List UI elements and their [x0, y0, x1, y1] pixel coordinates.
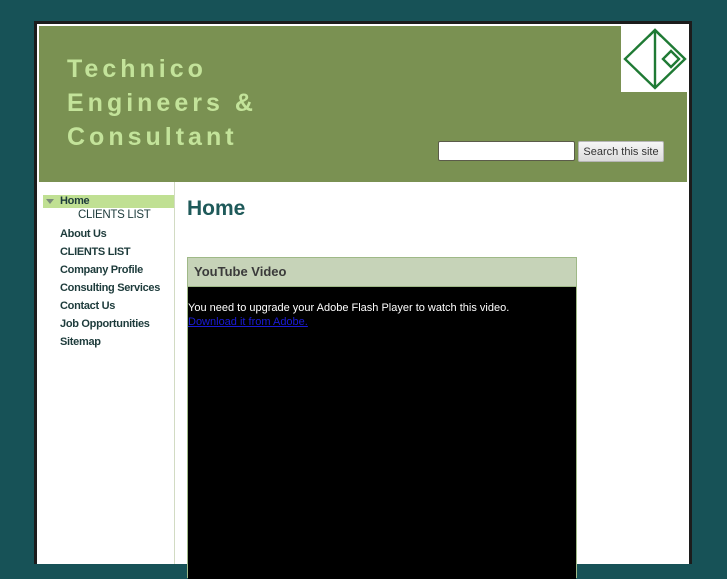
- flash-upgrade-message: You need to upgrade your Adobe Flash Pla…: [188, 302, 510, 314]
- site-title-line-2[interactable]: Engineers &: [67, 86, 257, 120]
- logo[interactable]: [621, 26, 689, 92]
- page-title: Home: [187, 197, 246, 220]
- search-input[interactable]: [438, 141, 575, 161]
- page-container: Technico Engineers & Consultant Search t…: [34, 21, 692, 579]
- site-title-line-1[interactable]: Technico: [67, 52, 257, 86]
- site-title[interactable]: Technico Engineers & Consultant: [67, 52, 257, 154]
- sidebar-item-clients-list[interactable]: CLIENTS LIST: [43, 243, 174, 261]
- sidebar-subitem-clients-list[interactable]: CLIENTS LIST: [43, 208, 174, 223]
- sidebar-nav: Home CLIENTS LIST About Us CLIENTS LIST …: [43, 195, 174, 351]
- triangle-down-icon[interactable]: [46, 199, 54, 204]
- diamond-arrow-logo-icon: [623, 28, 687, 90]
- sidebar-item-label: Home: [60, 195, 90, 207]
- sidebar-item-job-opportunities[interactable]: Job Opportunities: [43, 315, 174, 333]
- sidebar-item-home[interactable]: Home: [43, 195, 174, 208]
- sidebar-item-about-us[interactable]: About Us: [43, 225, 174, 243]
- search-button[interactable]: Search this site: [578, 141, 664, 162]
- youtube-video-widget: YouTube Video You need to upgrade your A…: [187, 257, 577, 579]
- video-widget-title: YouTube Video: [188, 258, 576, 287]
- download-flash-link[interactable]: Download it from Adobe.: [188, 316, 308, 328]
- sidebar-item-consulting-services[interactable]: Consulting Services: [43, 279, 174, 297]
- site-header: Technico Engineers & Consultant Search t…: [39, 26, 689, 182]
- site-title-line-3[interactable]: Consultant: [67, 120, 257, 154]
- video-player[interactable]: You need to upgrade your Adobe Flash Pla…: [188, 287, 576, 579]
- sidebar-item-company-profile[interactable]: Company Profile: [43, 261, 174, 279]
- sidebar-item-contact-us[interactable]: Contact Us: [43, 297, 174, 315]
- sidebar-item-sitemap[interactable]: Sitemap: [43, 333, 174, 351]
- sidebar: Home CLIENTS LIST About Us CLIENTS LIST …: [37, 182, 175, 564]
